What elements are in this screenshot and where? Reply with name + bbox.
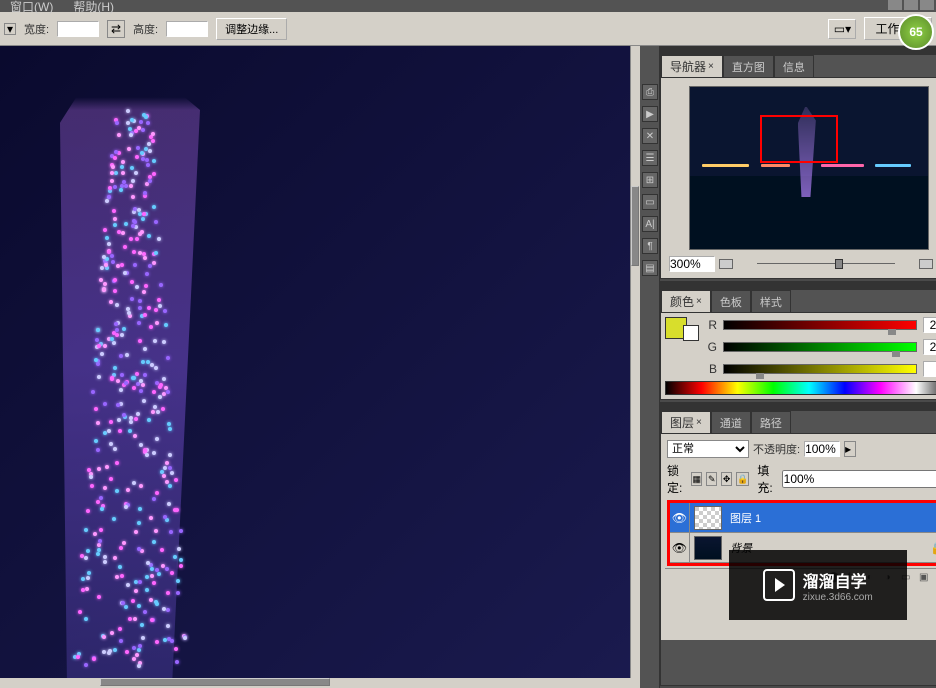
close-button[interactable] [920,0,934,10]
zoom-slider-thumb[interactable] [835,259,843,269]
layer-thumbnail[interactable] [694,536,722,560]
b-slider[interactable] [723,364,917,374]
canvas-image[interactable] [0,46,630,678]
visibility-icon[interactable]: 👁 [670,533,690,562]
opacity-label: 不透明度: [753,441,800,457]
tab-histogram[interactable]: 直方图 [723,55,774,77]
window-controls [888,0,934,10]
lock-all-icon[interactable]: 🔒 [736,472,749,486]
tab-swatches[interactable]: 色板 [711,290,751,312]
dock-icon-8[interactable]: ▤ [642,260,658,276]
b-input[interactable] [923,361,936,377]
zoom-slider[interactable] [737,257,915,271]
color-panel: 颜色× 色板 样式 R [660,281,936,400]
watermark-title: 溜溜自学 [803,568,873,592]
horizontal-scrollbar[interactable] [0,678,640,688]
canton-tower [60,46,200,678]
screen-mode-button[interactable]: ▭▾ [828,19,856,39]
dock-icon-6[interactable]: A| [642,216,658,232]
maximize-button[interactable] [904,0,918,10]
lock-pixels-icon[interactable]: ✎ [706,472,717,486]
badge-circle: 65 [898,14,934,50]
watermark: 溜溜自学 zixue.3d66.com [729,550,907,620]
layer-name[interactable]: 图层 1 [726,510,936,526]
close-tab-icon[interactable]: × [696,417,702,428]
minimize-button[interactable] [888,0,902,10]
swap-dimensions-button[interactable]: ⇄ [107,20,125,38]
vertical-scrollbar-thumb[interactable] [631,186,639,266]
navigator-preview[interactable] [689,86,929,250]
tab-color[interactable]: 颜色× [661,290,711,312]
blend-mode-select[interactable]: 正常 [667,440,749,458]
layers-panel: 图层× 通道 路径 正常 不透明度: ▸ 锁定: ▦ ✎ ✥ [660,402,936,686]
g-label: G [707,340,717,354]
height-input[interactable] [166,21,208,37]
color-ramp[interactable] [665,381,936,395]
lock-position-icon[interactable]: ✥ [721,472,732,486]
play-icon [763,569,795,601]
right-panels: ⎙ ▶ ✕ ☰ ⊞ ▭ A| ¶ ▤ 导航器× 直方图 信息 [640,46,936,688]
panel-column: 导航器× 直方图 信息 [660,46,936,688]
tab-navigator[interactable]: 导航器× [661,55,723,77]
navigator-panel-header [661,47,936,55]
canvas-area [0,46,640,678]
zoom-input[interactable] [669,256,715,272]
dock-strip: ⎙ ▶ ✕ ☰ ⊞ ▭ A| ¶ ▤ [640,46,660,688]
fill-input[interactable] [782,470,936,488]
canvas-wrapper [0,46,640,688]
lock-icon: 🔒 [928,541,936,555]
new-layer-icon[interactable]: ▣ [917,571,931,585]
navigator-viewport-box[interactable] [760,115,838,163]
menu-bar: 窗口(W) 帮助(H) [0,0,936,12]
fill-label: 填充: [757,462,777,496]
close-tab-icon[interactable]: × [696,296,702,307]
menu-help[interactable]: 帮助(H) [73,0,114,15]
layer-thumbnail[interactable] [694,506,722,530]
tab-styles[interactable]: 样式 [751,290,791,312]
horizontal-scrollbar-thumb[interactable] [100,678,330,686]
vertical-scrollbar[interactable] [630,46,640,678]
background-color-swatch[interactable] [683,325,699,341]
lock-label: 锁定: [667,462,687,496]
adjust-edge-button[interactable]: 调整边缘... [216,18,287,40]
b-label: B [707,362,717,376]
dock-icon-1[interactable]: ▶ [642,106,658,122]
r-slider[interactable] [723,320,917,330]
dock-icon-2[interactable]: ✕ [642,128,658,144]
g-slider[interactable] [723,342,917,352]
close-tab-icon[interactable]: × [708,61,714,72]
lock-transparency-icon[interactable]: ▦ [691,472,702,486]
opacity-stepper[interactable]: ▸ [844,441,856,457]
dock-icon-0[interactable]: ⎙ [642,84,658,100]
tool-preset-dropdown[interactable]: ▾ [4,23,16,35]
tab-paths[interactable]: 路径 [751,411,791,433]
g-input[interactable] [923,339,936,355]
tab-info[interactable]: 信息 [774,55,814,77]
width-label: 宽度: [24,21,49,37]
layers-panel-header [661,403,936,411]
layer-row[interactable]: 👁 图层 1 [670,503,936,533]
width-input[interactable] [57,21,99,37]
zoom-out-icon[interactable] [719,259,733,269]
height-label: 高度: [133,21,158,37]
options-bar: ▾ 宽度: ⇄ 高度: 调整边缘... ▭▾ 工作区 ▾ 65 [0,12,936,46]
main-area: ⎙ ▶ ✕ ☰ ⊞ ▭ A| ¶ ▤ 导航器× 直方图 信息 [0,46,936,688]
dock-icon-7[interactable]: ¶ [642,238,658,254]
color-panel-header [661,282,936,290]
r-label: R [707,318,717,332]
visibility-icon[interactable]: 👁 [670,503,690,532]
menu-window[interactable]: 窗口(W) [10,0,53,15]
opacity-input[interactable] [804,441,840,457]
zoom-in-icon[interactable] [919,259,933,269]
navigator-panel: 导航器× 直方图 信息 [660,46,936,279]
tab-channels[interactable]: 通道 [711,411,751,433]
tab-layers[interactable]: 图层× [661,411,711,433]
dock-icon-5[interactable]: ▭ [642,194,658,210]
r-input[interactable] [923,317,936,333]
watermark-url: zixue.3d66.com [803,592,873,603]
color-swatches[interactable] [665,317,699,377]
dock-icon-4[interactable]: ⊞ [642,172,658,188]
dock-icon-3[interactable]: ☰ [642,150,658,166]
